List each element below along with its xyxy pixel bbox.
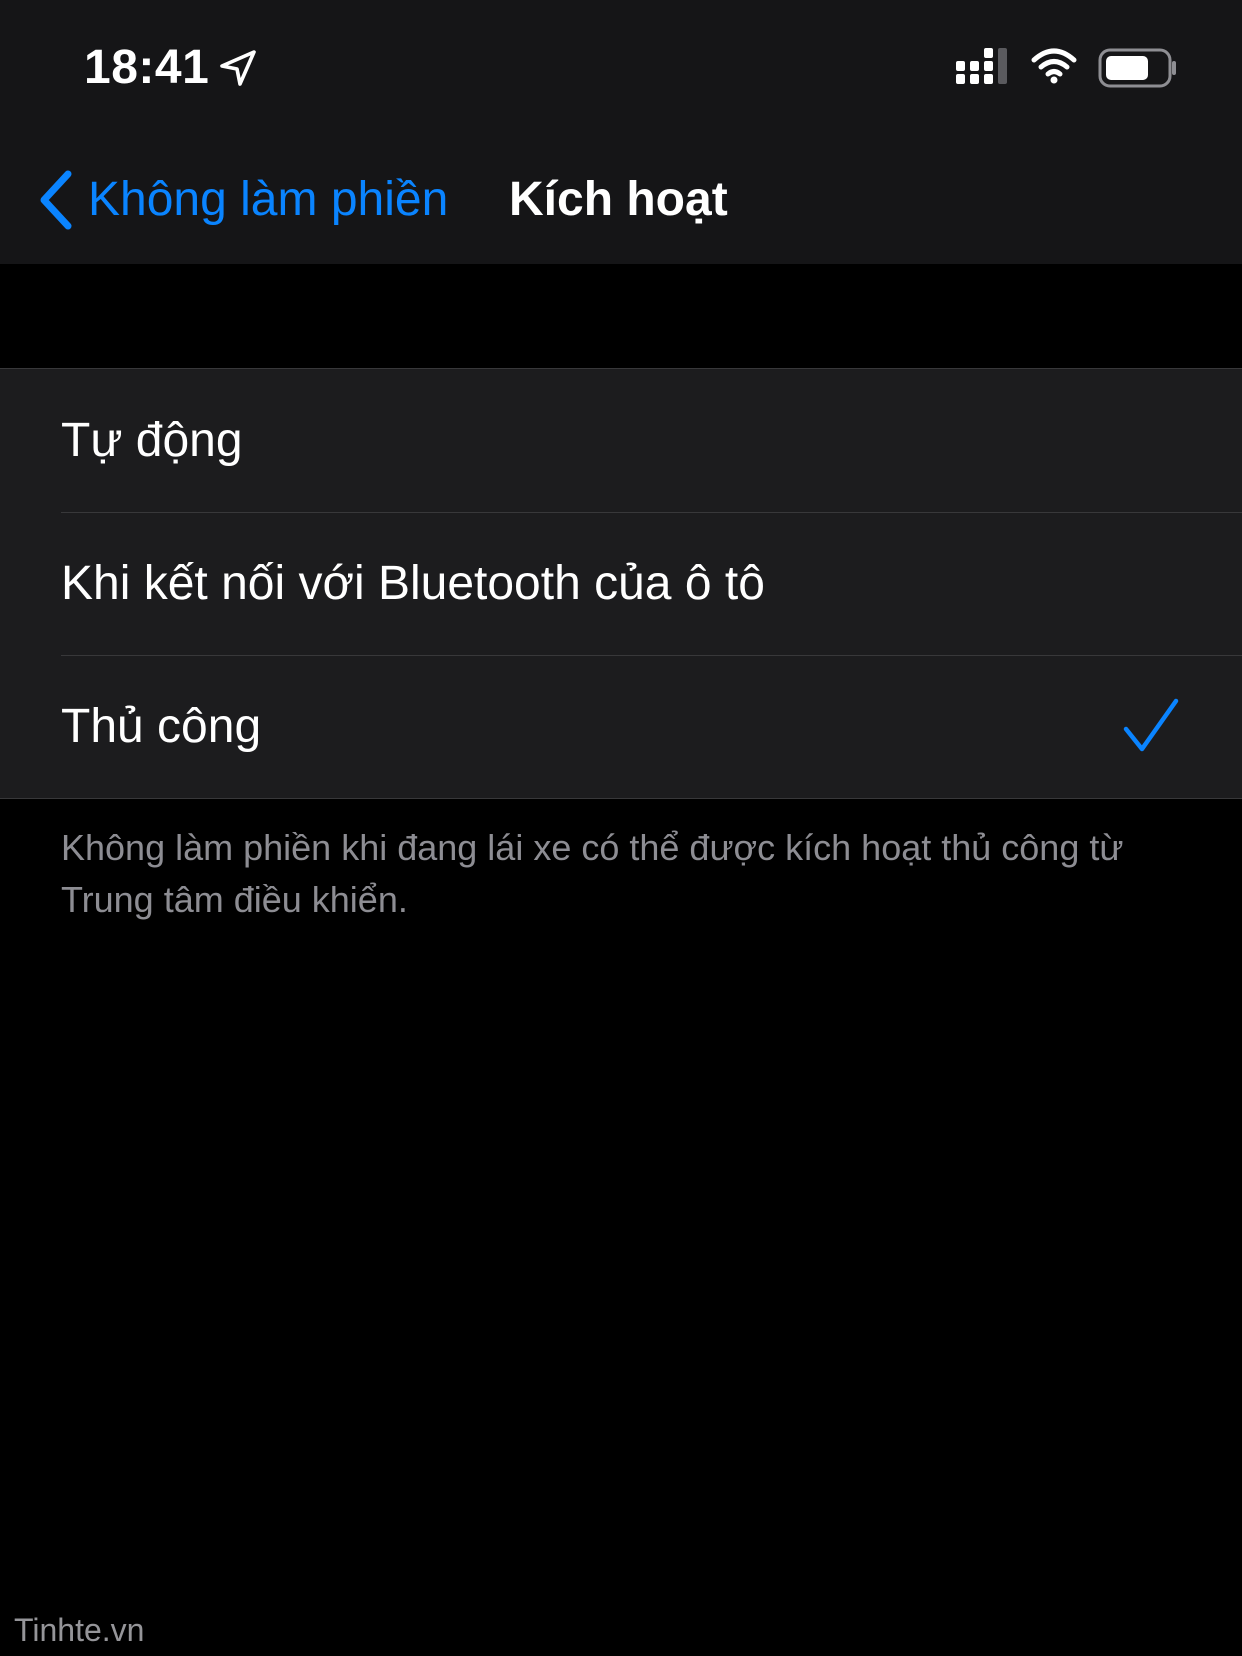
- option-label: Tự động: [61, 413, 243, 467]
- page-title: Kích hoạt: [509, 173, 728, 226]
- battery-icon: [1098, 48, 1176, 88]
- wifi-icon: [1031, 48, 1077, 84]
- cellular-signal-icon: [956, 48, 1007, 84]
- option-label: Thủ công: [61, 699, 262, 753]
- location-arrow-icon: [220, 50, 256, 86]
- back-button[interactable]: Không làm phiền: [36, 164, 448, 236]
- option-automatic[interactable]: Tự động: [0, 369, 1242, 512]
- option-label: Khi kết nối với Bluetooth của ô tô: [61, 556, 765, 610]
- option-manual[interactable]: Thủ công: [0, 655, 1242, 798]
- status-bar: 18:41: [0, 0, 1242, 130]
- navigation-bar: Không làm phiền Kích hoạt: [0, 150, 1242, 250]
- chevron-left-icon: [40, 170, 72, 230]
- activation-options-list: Tự động Khi kết nối với Bluetooth của ô …: [0, 368, 1242, 799]
- footer-note: Không làm phiền khi đang lái xe có thể đ…: [61, 827, 1124, 920]
- option-car-bluetooth[interactable]: Khi kết nối với Bluetooth của ô tô: [0, 512, 1242, 655]
- checkmark-icon: [1123, 698, 1179, 752]
- status-time: 18:41: [84, 41, 210, 94]
- back-button-label: Không làm phiền: [88, 173, 449, 226]
- watermark: Tinhte.vn: [14, 1612, 145, 1648]
